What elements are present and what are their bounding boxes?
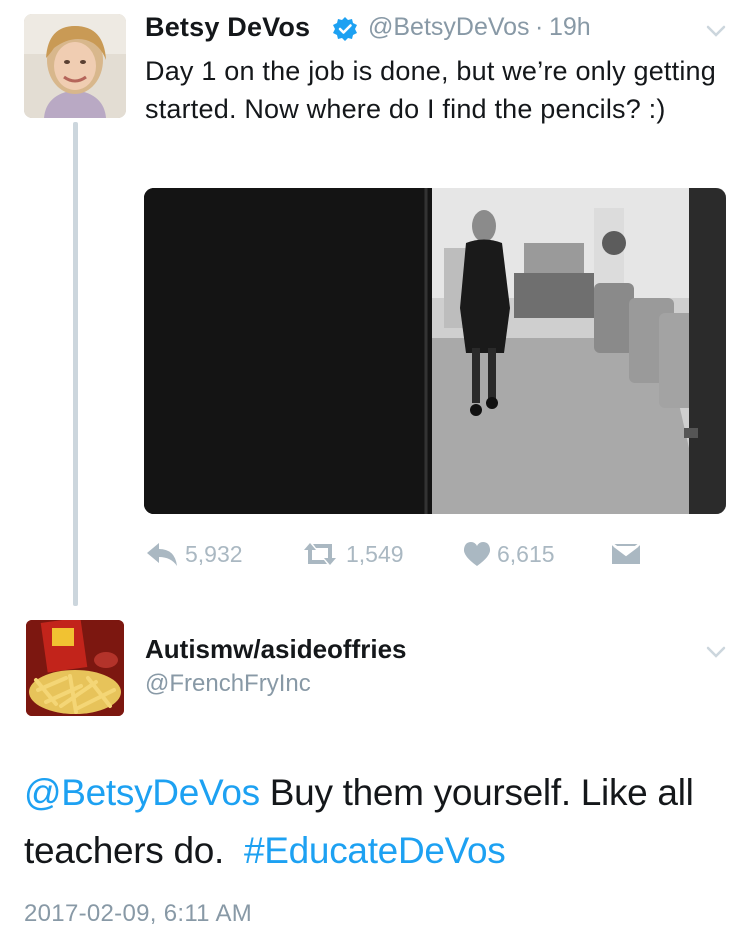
- reply-author-avatar[interactable]: [26, 620, 124, 716]
- like-button[interactable]: 6,615: [463, 536, 555, 572]
- reply-author-name[interactable]: Autismw/asideoffries: [145, 634, 407, 665]
- verified-icon: [332, 16, 358, 42]
- retweet-button[interactable]: 1,549: [300, 536, 404, 572]
- tweet-author-handle[interactable]: @BetsyDeVos: [368, 13, 530, 42]
- like-count: 6,615: [497, 540, 555, 567]
- mention-link[interactable]: @BetsyDeVos: [24, 772, 260, 813]
- author-avatar[interactable]: [24, 14, 126, 118]
- reply-button[interactable]: 5,932: [145, 536, 243, 572]
- menu-chevron-icon[interactable]: [706, 24, 726, 38]
- meta-separator: ·: [535, 13, 544, 41]
- reply-timestamp[interactable]: 2017-02-09, 6:11 AM: [24, 900, 252, 928]
- tweet-text: Day 1 on the job is done, but we’re only…: [145, 56, 716, 124]
- menu-chevron-icon[interactable]: [706, 645, 726, 659]
- like-icon: [463, 541, 491, 567]
- tweet-actions-bar: 5,932 1,549 6,615: [145, 536, 665, 572]
- hashtag-link[interactable]: #EducateDeVos: [244, 830, 506, 871]
- reply-author-handle[interactable]: @FrenchFryInc: [145, 670, 311, 698]
- message-icon: [610, 541, 642, 567]
- reply-count: 5,932: [185, 540, 243, 567]
- direct-message-button[interactable]: [610, 536, 642, 572]
- retweet-icon: [300, 541, 340, 567]
- reply-icon: [145, 540, 179, 568]
- retweet-count: 1,549: [346, 540, 404, 567]
- tweet-author-name[interactable]: Betsy DeVos: [145, 12, 310, 43]
- tweet-photo[interactable]: [144, 188, 726, 514]
- tweet-time-ago[interactable]: 19h: [549, 13, 591, 42]
- thread-connector-line: [73, 122, 78, 606]
- reply-text: @BetsyDeVos Buy them yourself. Like all …: [24, 764, 724, 880]
